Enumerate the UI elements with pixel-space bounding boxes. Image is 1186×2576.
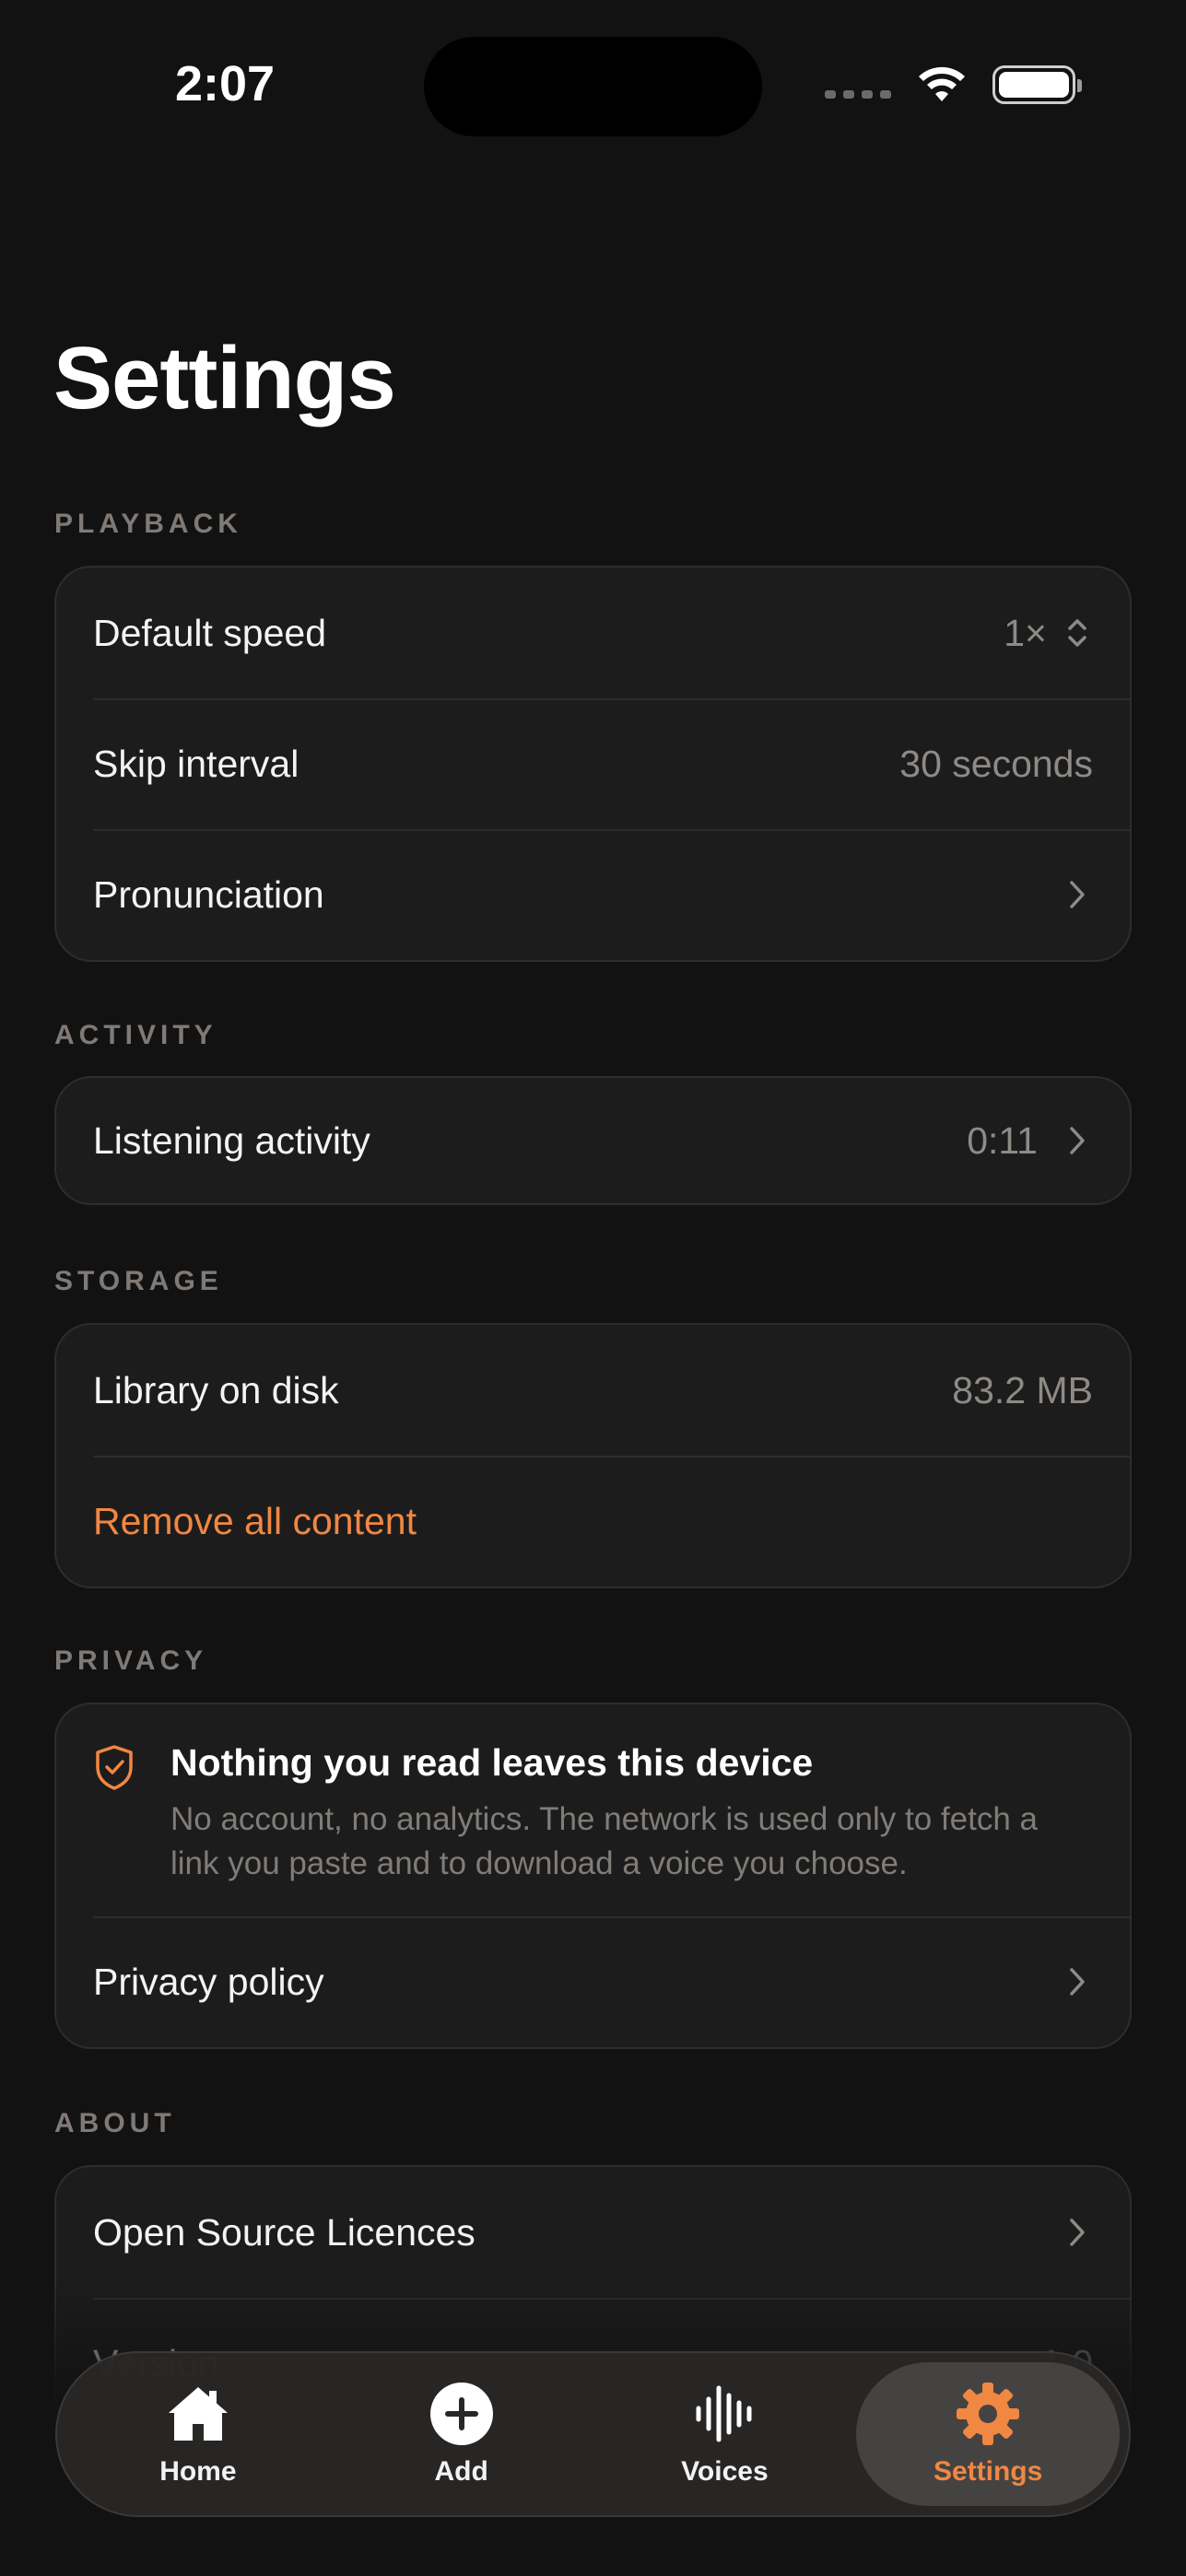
- plus-circle-icon: [429, 2381, 495, 2447]
- open-source-licences-label: Open Source Licences: [93, 2210, 476, 2254]
- skip-interval-label: Skip interval: [93, 742, 299, 785]
- remove-all-content-button[interactable]: Remove all content: [56, 1456, 1130, 1587]
- dynamic-island: [424, 37, 762, 136]
- tab-add[interactable]: Add: [330, 2362, 593, 2506]
- section-label-storage: STORAGE: [54, 1266, 223, 1296]
- storage-card: Library on disk 83.2 MB Remove all conte…: [54, 1323, 1132, 1588]
- tab-voices[interactable]: Voices: [593, 2362, 857, 2506]
- chevron-up-down-icon: [1062, 617, 1093, 649]
- skip-interval-value: 30 seconds: [899, 742, 1093, 785]
- section-label-playback: PLAYBACK: [54, 509, 242, 539]
- battery-icon: [992, 65, 1082, 104]
- cellular-signal-icon: [825, 89, 891, 99]
- chevron-right-icon: [1062, 1125, 1093, 1156]
- gear-icon: [955, 2381, 1021, 2447]
- activity-card: Listening activity 0:11: [54, 1076, 1132, 1205]
- status-time: 2:07: [175, 56, 276, 111]
- privacy-policy-row[interactable]: Privacy policy: [56, 1916, 1130, 2047]
- default-speed-row[interactable]: Default speed 1×: [56, 568, 1130, 698]
- privacy-notice: Nothing you read leaves this device No a…: [56, 1704, 1130, 1916]
- tab-home[interactable]: Home: [66, 2362, 330, 2506]
- waveform-icon: [691, 2381, 757, 2447]
- chevron-right-icon: [1062, 2217, 1093, 2248]
- tab-home-label: Home: [159, 2456, 237, 2487]
- tab-settings[interactable]: Settings: [856, 2362, 1120, 2506]
- pronunciation-row[interactable]: Pronunciation: [56, 829, 1130, 960]
- pronunciation-label: Pronunciation: [93, 872, 324, 916]
- default-speed-value: 1×: [1004, 611, 1047, 654]
- remove-all-content-label: Remove all content: [93, 1499, 417, 1542]
- privacy-policy-label: Privacy policy: [93, 1960, 324, 2003]
- tab-bar: Home Add Voices Settings: [55, 2351, 1131, 2517]
- listening-activity-value: 0:11: [967, 1118, 1038, 1162]
- shield-check-icon: [93, 1743, 141, 1879]
- privacy-card: Nothing you read leaves this device No a…: [54, 1703, 1132, 2049]
- library-on-disk-label: Library on disk: [93, 1368, 339, 1411]
- library-on-disk-row: Library on disk 83.2 MB: [56, 1325, 1130, 1456]
- playback-card: Default speed 1× Skip interval 30 second…: [54, 566, 1132, 962]
- tab-settings-label: Settings: [933, 2456, 1043, 2487]
- library-on-disk-value: 83.2 MB: [952, 1368, 1093, 1411]
- chevron-right-icon: [1062, 1966, 1093, 1997]
- tab-voices-label: Voices: [681, 2456, 769, 2487]
- section-label-activity: ACTIVITY: [54, 1020, 217, 1050]
- skip-interval-row[interactable]: Skip interval 30 seconds: [56, 698, 1130, 829]
- status-indicators: [825, 64, 1082, 105]
- page-title: Settings: [53, 329, 396, 427]
- section-label-privacy: PRIVACY: [54, 1645, 208, 1676]
- home-icon: [165, 2381, 231, 2447]
- open-source-licences-row[interactable]: Open Source Licences: [56, 2167, 1130, 2298]
- listening-activity-label: Listening activity: [93, 1118, 370, 1162]
- chevron-right-icon: [1062, 879, 1093, 910]
- tab-add-label: Add: [434, 2456, 488, 2487]
- privacy-notice-description: No account, no analytics. The network is…: [170, 1801, 1038, 1882]
- section-label-about: ABOUT: [54, 2108, 176, 2138]
- privacy-notice-title: Nothing you read leaves this device: [170, 1741, 814, 1784]
- default-speed-label: Default speed: [93, 611, 327, 654]
- listening-activity-row[interactable]: Listening activity 0:11: [56, 1078, 1130, 1203]
- wifi-icon: [919, 66, 965, 101]
